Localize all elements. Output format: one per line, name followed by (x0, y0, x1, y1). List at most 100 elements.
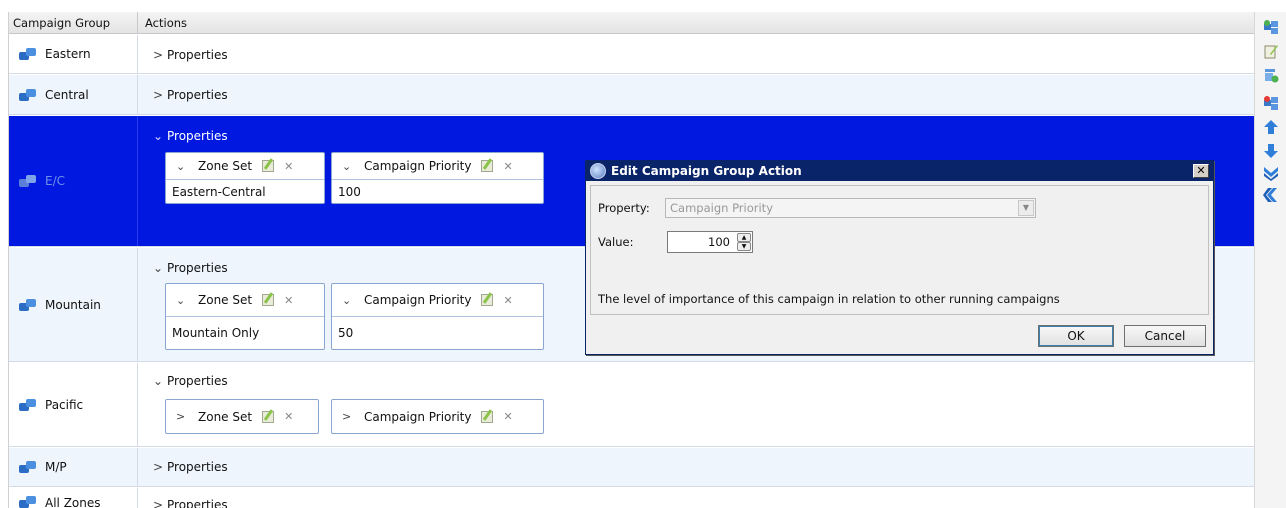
action-card-campaign-priority: > Campaign Priority ✕ (331, 399, 544, 434)
edit-icon[interactable] (262, 294, 275, 306)
chevron-down-icon: ▼ (1018, 200, 1034, 216)
action-value: Mountain Only (172, 326, 260, 340)
collapse-all-icon[interactable] (1262, 186, 1280, 204)
move-down-icon[interactable] (1262, 142, 1280, 160)
properties-label: Properties (167, 498, 228, 508)
chevron-down-icon[interactable]: ⌄ (176, 160, 192, 173)
chevron-down-icon: ⌄ (153, 261, 164, 275)
action-title: Zone Set (198, 293, 253, 307)
edit-icon[interactable] (262, 160, 275, 172)
dialog-panel: Property: Campaign Priority ▼ Value: 100… (590, 185, 1209, 315)
spin-down-icon[interactable]: ▼ (737, 242, 751, 251)
add-group-icon[interactable] (1262, 18, 1280, 36)
value-label: Value: (598, 235, 634, 249)
row-m-p[interactable]: M/P > Properties (9, 448, 1254, 487)
row-pacific[interactable]: Pacific ⌄ Properties > Zone Set ✕ > Camp… (9, 363, 1254, 447)
chevron-right-icon[interactable]: > (176, 410, 192, 423)
property-description: The level of importance of this campaign… (598, 292, 1060, 306)
group-name-cell: E/C (9, 116, 138, 246)
group-name-cell: Central (9, 75, 138, 114)
action-value: Eastern-Central (172, 185, 266, 199)
properties-toggle[interactable]: > Properties (153, 458, 228, 476)
action-card-header[interactable]: > Campaign Priority ✕ (332, 400, 543, 433)
add-action-icon[interactable] (1262, 66, 1280, 84)
remove-icon[interactable]: ✕ (503, 294, 512, 307)
column-header-campaign-group[interactable]: Campaign Group (9, 12, 138, 34)
chevron-right-icon: > (153, 88, 164, 102)
group-name: Central (45, 87, 89, 102)
action-card-header[interactable]: ⌄ Campaign Priority ✕ (332, 284, 543, 317)
action-card-campaign-priority: ⌄ Campaign Priority ✕ 100 (331, 152, 544, 204)
chevron-down-icon: ⌄ (153, 374, 164, 388)
properties-label: Properties (167, 129, 228, 143)
campaign-group-icon (19, 175, 37, 187)
chevron-down-icon[interactable]: ⌄ (342, 160, 358, 173)
cancel-button[interactable]: Cancel (1124, 325, 1206, 347)
action-card-zone-set: ⌄ Zone Set ✕ Eastern-Central (165, 152, 325, 204)
move-up-icon[interactable] (1262, 118, 1280, 136)
action-card-campaign-priority: ⌄ Campaign Priority ✕ 50 (331, 283, 544, 350)
remove-icon[interactable]: ✕ (503, 160, 512, 173)
properties-toggle[interactable]: ⌄ Properties (153, 127, 228, 145)
chevron-down-icon[interactable]: ⌄ (342, 294, 358, 307)
remove-icon[interactable]: ✕ (503, 410, 512, 423)
group-name: Eastern (45, 47, 91, 61)
ok-button[interactable]: OK (1038, 325, 1114, 347)
move-bottom-icon[interactable] (1262, 164, 1280, 182)
group-name-cell: M/P (9, 448, 138, 486)
properties-label: Properties (167, 460, 228, 474)
group-name-cell: Pacific (9, 363, 138, 446)
row-all-zones[interactable]: All Zones > Properties (9, 488, 1254, 508)
chevron-right-icon: > (153, 498, 164, 508)
property-select-value: Campaign Priority (670, 201, 773, 215)
edit-icon[interactable] (262, 410, 275, 423)
column-header-actions[interactable]: Actions (145, 12, 187, 34)
remove-icon[interactable]: ✕ (284, 294, 293, 307)
spinner-buttons: ▲ ▼ (737, 233, 751, 251)
edit-icon[interactable] (481, 294, 494, 306)
property-select: Campaign Priority ▼ (665, 198, 1036, 218)
action-card-header[interactable]: > Zone Set ✕ (166, 400, 318, 433)
chevron-right-icon: > (153, 48, 164, 62)
action-card-header[interactable]: ⌄ Campaign Priority ✕ (332, 153, 543, 180)
properties-toggle[interactable]: > Properties (153, 496, 228, 508)
row-central[interactable]: Central > Properties (9, 75, 1254, 115)
chevron-right-icon[interactable]: > (342, 410, 358, 423)
dialog-title-bar[interactable]: Edit Campaign Group Action (586, 161, 1213, 181)
action-card-header[interactable]: ⌄ Zone Set ✕ (166, 284, 324, 317)
campaign-group-icon (19, 298, 37, 311)
properties-label: Properties (167, 261, 228, 275)
spin-up-icon[interactable]: ▲ (737, 233, 751, 242)
action-card-header[interactable]: ⌄ Zone Set ✕ (166, 153, 324, 180)
property-label: Property: (598, 201, 650, 215)
properties-toggle[interactable]: ⌄ Properties (153, 372, 228, 390)
properties-toggle[interactable]: ⌄ Properties (153, 259, 228, 277)
remove-icon[interactable]: ✕ (284, 160, 293, 173)
grid-header: Campaign Group Actions (9, 12, 1254, 34)
row-eastern[interactable]: Eastern > Properties (9, 35, 1254, 74)
remove-group-icon[interactable] (1262, 94, 1280, 112)
properties-toggle[interactable]: > Properties (153, 86, 228, 104)
value-spinner-input[interactable]: 100 ▲ ▼ (667, 231, 753, 253)
properties-label: Properties (167, 48, 228, 62)
chevron-down-icon: ⌄ (153, 129, 164, 143)
app-globe-icon (590, 163, 606, 179)
group-name: M/P (45, 460, 67, 474)
edit-icon[interactable] (481, 160, 494, 172)
campaign-group-icon (19, 496, 37, 508)
close-button[interactable]: ✕ (1193, 164, 1209, 178)
group-name: E/C (45, 174, 66, 188)
edit-icon[interactable] (1262, 42, 1280, 60)
campaign-group-editor: Campaign Group Actions Eastern > Propert… (0, 0, 1286, 508)
remove-icon[interactable]: ✕ (284, 410, 293, 423)
dialog-title: Edit Campaign Group Action (611, 164, 802, 178)
action-title: Zone Set (198, 159, 253, 173)
properties-toggle[interactable]: > Properties (153, 46, 228, 64)
campaign-group-icon (19, 461, 37, 473)
chevron-down-icon[interactable]: ⌄ (176, 294, 192, 307)
action-title: Campaign Priority (364, 159, 472, 173)
action-title: Campaign Priority (364, 293, 472, 307)
edit-icon[interactable] (481, 410, 494, 423)
campaign-group-icon (19, 88, 37, 101)
group-name-cell: All Zones (9, 488, 138, 508)
